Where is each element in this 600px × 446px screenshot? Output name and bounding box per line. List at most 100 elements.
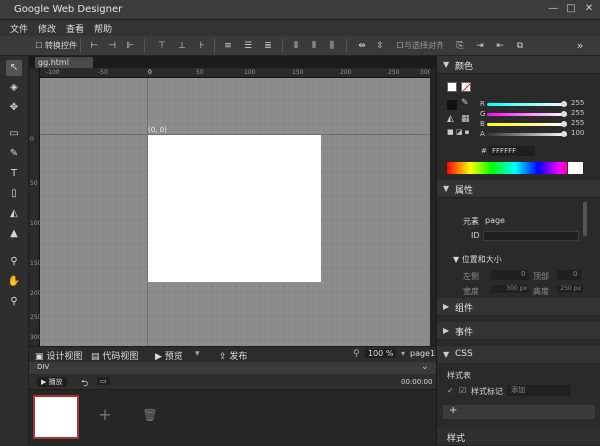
ruler-left[interactable]: 0 50 100 150 200 250 300 (29, 68, 41, 346)
3d-rotate-icon[interactable]: ◈ (6, 80, 22, 96)
align-top-icon[interactable]: ⊤ (156, 40, 168, 52)
tag-icon[interactable]: ▭ (6, 126, 22, 142)
top-input[interactable]: 0 (557, 270, 581, 280)
menu-file[interactable]: 文件 (10, 22, 28, 35)
maximize-button[interactable]: □ (563, 2, 579, 16)
hex-input[interactable]: FFFFFF (489, 146, 535, 156)
width-input[interactable]: 300 px (491, 285, 529, 293)
hand-icon[interactable]: ✋ (6, 274, 22, 290)
zoom-icon[interactable]: ⚲ (6, 294, 22, 310)
align-center-h-icon[interactable]: ⊣ (106, 40, 118, 52)
add-page-button[interactable]: + (94, 404, 116, 426)
a-value[interactable]: 100 (571, 129, 584, 137)
fill-icon[interactable]: ◭ (6, 206, 22, 222)
stroke-swatch[interactable] (447, 100, 457, 110)
color-spectrum[interactable] (447, 162, 583, 174)
components-panel-header[interactable]: ▶ 组件 (437, 298, 600, 316)
distribute-bottom-icon[interactable]: ≣ (262, 40, 274, 52)
fill-swatch[interactable] (447, 82, 457, 92)
preview-button[interactable]: ▶ 预览 (155, 349, 183, 362)
pin-icon[interactable]: ⚲ (6, 254, 22, 270)
components-panel-title: 组件 (455, 304, 474, 314)
add-style-input[interactable]: 添加 (507, 385, 571, 396)
style-item-check[interactable]: ✓ (447, 386, 454, 395)
height-input[interactable]: 250 px (557, 285, 583, 293)
distribute-horizontal-icon[interactable]: ⦀ (308, 40, 320, 52)
styles-panel-header[interactable]: 样式 (437, 428, 600, 446)
no-color-swatch[interactable] (461, 82, 472, 93)
zoom-input[interactable]: 100 % (365, 349, 397, 358)
group-icon[interactable]: ⎘ (454, 40, 466, 52)
distribute-left-icon[interactable]: ⫴ (290, 40, 302, 52)
distribute-vertical-icon[interactable]: ☰ (242, 40, 254, 52)
menu-help[interactable]: 帮助 (94, 22, 112, 35)
g-slider[interactable] (487, 111, 567, 117)
a-slider[interactable] (487, 131, 567, 137)
b-value[interactable]: 255 (571, 119, 584, 127)
css-panel-header[interactable]: ▼ CSS (437, 346, 600, 364)
close-button[interactable]: ✕ (581, 2, 597, 16)
select-icon[interactable]: ↖ (6, 60, 22, 76)
r-value[interactable]: 255 (571, 99, 584, 107)
bring-forward-icon[interactable]: ⇥ (474, 40, 486, 52)
menu-edit[interactable]: 修改 (38, 22, 56, 35)
pen-icon[interactable]: ✎ (6, 146, 22, 162)
menu-view[interactable]: 查看 (66, 22, 84, 35)
publish-button[interactable]: ⇪ 发布 (219, 349, 247, 362)
g-value[interactable]: 255 (571, 109, 584, 117)
zoom-dropdown-icon[interactable]: ▾ (401, 349, 405, 358)
properties-panel-header[interactable]: ▼ 属性 (437, 180, 600, 198)
minimize-button[interactable]: — (545, 2, 561, 16)
ruler-top[interactable]: -100 -50 0 50 100 150 200 250 300 (40, 68, 436, 78)
space-vertical-icon[interactable]: ⇳ (374, 40, 386, 52)
ruler-tick-label: -100 (46, 69, 60, 76)
height-label: 高度 (533, 287, 549, 296)
collapse-timeline-icon[interactable]: ⌄ (421, 362, 429, 372)
text-icon[interactable]: T (6, 166, 22, 182)
shape-icon[interactable]: ▯ (6, 186, 22, 202)
color-panel-header[interactable]: ▼ 颜色 (437, 56, 600, 74)
design-view-button[interactable]: ▣ 设计视图 (35, 349, 82, 362)
design-stage[interactable]: (0, 0) (40, 78, 436, 346)
loop-icon[interactable]: ⮌ (81, 376, 88, 392)
3d-translate-icon[interactable]: ✥ (6, 100, 22, 116)
eyedropper-icon[interactable]: ✎ (461, 98, 469, 108)
align-middle-icon[interactable]: ⊥ (176, 40, 188, 52)
arrange-icon[interactable]: ⧉ (514, 40, 526, 52)
align-right-icon[interactable]: ⊩ (124, 40, 136, 52)
gradient-mode-icons[interactable]: ■ ◪ ▪ (447, 128, 469, 136)
document-tab[interactable]: gg.html (35, 57, 93, 68)
events-panel-header[interactable]: ▶ 事件 (437, 322, 600, 340)
hex-prefix: # (481, 147, 487, 155)
page-selector[interactable]: page1 (410, 349, 435, 358)
stroke-icon[interactable]: ▲ (6, 226, 22, 242)
page-canvas[interactable] (148, 135, 321, 282)
play-button[interactable]: ▶ 播放 (37, 377, 67, 387)
page-thumbnail[interactable] (33, 395, 79, 439)
add-css-button[interactable]: + (449, 405, 457, 416)
space-horizontal-icon[interactable]: ⇹ (356, 40, 368, 52)
delete-page-icon[interactable]: 🗑 (139, 404, 161, 426)
left-input[interactable]: 0 (491, 270, 529, 280)
style-checkbox[interactable]: ☑ (459, 386, 466, 395)
swatch-icon[interactable]: ▦ (461, 114, 470, 124)
transform-toggle-checkbox[interactable]: ☐ (33, 40, 45, 52)
r-slider[interactable] (487, 101, 567, 107)
fill-bucket-icon[interactable]: ◭ (447, 114, 454, 124)
distribute-top-icon[interactable]: ≡ (222, 40, 234, 52)
collapse-arrow-icon: ▼ (443, 184, 450, 193)
toolbar-more-button[interactable]: » (574, 40, 586, 52)
element-breadcrumb[interactable]: DIV (37, 363, 49, 371)
b-slider[interactable] (487, 121, 567, 127)
code-view-button[interactable]: ▤ 代码视图 (91, 349, 138, 362)
align-left-icon[interactable]: ⊢ (88, 40, 100, 52)
distribute-right-icon[interactable]: ⫼ (326, 40, 338, 52)
align-bottom-icon[interactable]: ⊦ (196, 40, 208, 52)
preview-dropdown-icon[interactable]: ▾ (195, 349, 200, 359)
send-back-icon[interactable]: ⇤ (494, 40, 506, 52)
loop-options-button[interactable]: ▭ (97, 377, 110, 385)
position-size-header[interactable]: ▼ 位置和大小 (453, 254, 502, 265)
css-add-row: + (443, 405, 595, 419)
properties-scrollbar[interactable] (583, 202, 587, 236)
id-input[interactable] (483, 231, 579, 241)
